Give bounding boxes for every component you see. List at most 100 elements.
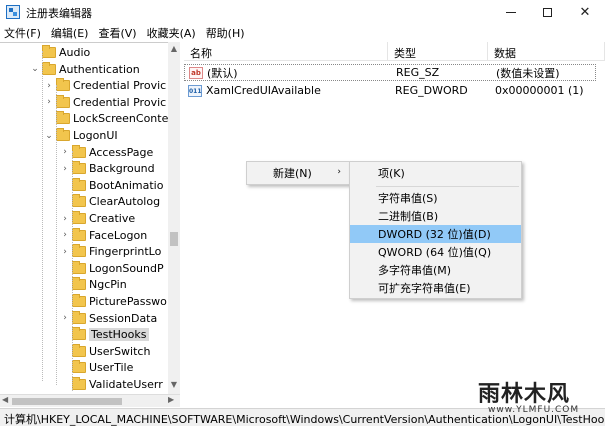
tree-item[interactable]: BootAnimatio: [60, 177, 163, 194]
tree-item-label: ValidateUserr: [89, 378, 163, 391]
tree-item-label: SessionData: [89, 311, 158, 325]
folder-icon: [72, 360, 86, 374]
title-bar: 注册表编辑器 ✕: [0, 0, 605, 24]
binary-value-icon: 011: [188, 84, 202, 97]
tree-item-label: FingerprintLo: [89, 245, 162, 259]
close-icon: ✕: [579, 4, 591, 20]
scroll-right-icon[interactable]: ▶: [168, 395, 174, 404]
expand-chevron-icon[interactable]: ›: [60, 164, 70, 174]
tree-item-label: Creative: [89, 212, 136, 225]
scroll-down-icon[interactable]: ▼: [170, 380, 178, 389]
tree-item[interactable]: ClearAutolog: [60, 193, 160, 210]
menu-item-expandable-string-value[interactable]: 可扩充字符串值(E): [350, 279, 521, 297]
tree-guide-line: [42, 51, 43, 381]
menu-edit[interactable]: 编辑(E): [51, 25, 89, 41]
menu-favorites[interactable]: 收藏夹(A): [147, 25, 196, 41]
expand-chevron-icon[interactable]: ›: [60, 230, 70, 240]
folder-icon: [72, 277, 86, 291]
tree-item[interactable]: › Credential Provic: [44, 94, 166, 111]
folder-icon: [72, 343, 86, 357]
folder-icon: [72, 244, 86, 258]
tree-item[interactable]: LockScreenConte: [44, 110, 168, 127]
tree-item-label: FaceLogon: [89, 228, 148, 242]
menu-view[interactable]: 查看(V): [98, 25, 136, 41]
tree-item[interactable]: NgcPin: [60, 276, 127, 293]
tree-item-label: ClearAutolog: [89, 195, 161, 209]
scroll-thumb[interactable]: [170, 232, 178, 246]
value-type: REG_DWORD: [395, 84, 468, 97]
folder-icon: [72, 177, 86, 191]
watermark-url: www.YLMFU.COM: [488, 405, 580, 415]
new-submenu: 项(K) 字符串值(S) 二进制值(B) DWORD (32 位)值(D) QW…: [349, 161, 522, 299]
tree-item[interactable]: ValidateUserr: [60, 376, 163, 393]
tree-item[interactable]: LogonSoundP: [60, 260, 164, 277]
expand-chevron-icon[interactable]: ›: [44, 97, 54, 107]
menu-item-key[interactable]: 项(K): [350, 164, 521, 182]
watermark-text: 雨林木风: [478, 382, 571, 407]
column-header-data[interactable]: 数据: [488, 42, 605, 61]
tree-item[interactable]: › FaceLogon: [60, 227, 147, 244]
tree-item[interactable]: PicturePasswo: [60, 293, 167, 310]
menu-item-new[interactable]: 新建(N) ›: [247, 164, 349, 182]
tree-item[interactable]: UserSwitch: [60, 343, 150, 360]
menu-bar: 文件(F) 编辑(E) 查看(V) 收藏夹(A) 帮助(H): [0, 24, 605, 42]
tree-item-label: BootAnimatio: [89, 178, 164, 192]
tree-guide-line: [72, 151, 73, 391]
expand-chevron-icon[interactable]: ›: [44, 81, 54, 91]
folder-icon: [56, 111, 70, 125]
tree-item[interactable]: › SessionData: [60, 310, 157, 327]
folder-icon: [72, 260, 86, 274]
expand-chevron-icon[interactable]: ›: [60, 313, 70, 323]
menu-item-string-value[interactable]: 字符串值(S): [350, 189, 521, 207]
tree-item[interactable]: TestHooks: [60, 326, 149, 343]
menu-help[interactable]: 帮助(H): [206, 25, 245, 41]
value-name: XamlCredUIAvailable: [206, 84, 321, 97]
minimize-icon: [506, 11, 516, 13]
folder-icon: [72, 327, 86, 341]
tree-item-label: Audio: [59, 46, 91, 59]
tree-item[interactable]: › Background: [60, 160, 155, 177]
folder-icon: [72, 161, 86, 175]
tree-item[interactable]: › AccessPage: [60, 144, 153, 161]
tree-item[interactable]: Audio: [30, 44, 90, 61]
tree-item-label: TestHooks: [89, 328, 149, 342]
window-title: 注册表编辑器: [26, 7, 92, 20]
column-header-name[interactable]: 名称: [184, 42, 388, 61]
tree-item-label: UserSwitch: [89, 344, 151, 358]
menu-item-new-label: 新建(N): [273, 167, 312, 180]
collapse-chevron-icon[interactable]: ⌄: [44, 131, 54, 141]
column-header-type[interactable]: 类型: [388, 42, 488, 61]
tree-item[interactable]: › Credential Provic: [44, 77, 166, 94]
value-row[interactable]: 011 XamlCredUIAvailable REG_DWORD 0x0000…: [184, 82, 596, 99]
maximize-button[interactable]: [528, 0, 566, 24]
expand-chevron-icon[interactable]: ›: [60, 147, 70, 157]
registry-tree[interactable]: Audio ⌄ Authentication › Credential Provic › C…: [0, 42, 180, 394]
tree-vertical-scrollbar[interactable]: ▲ ▼: [168, 42, 180, 394]
menu-item-dword-value[interactable]: DWORD (32 位)值(D): [350, 225, 521, 243]
collapse-chevron-icon[interactable]: ⌄: [30, 64, 40, 74]
watermark-logo: 雨林木风 www.YLMFU.COM: [478, 376, 602, 420]
menu-file[interactable]: 文件(F): [4, 25, 41, 41]
tree-item-label: Credential Provic: [73, 95, 167, 109]
value-row[interactable]: ab (默认) REG_SZ (数值未设置): [184, 64, 596, 81]
registry-editor-icon: [6, 5, 20, 19]
value-type: REG_SZ: [396, 66, 440, 79]
menu-item-qword-value[interactable]: QWORD (64 位)值(Q): [350, 243, 521, 261]
menu-item-multi-string-value[interactable]: 多字符串值(M): [350, 261, 521, 279]
scroll-thumb-horizontal[interactable]: [12, 398, 122, 405]
scroll-left-icon[interactable]: ◀: [2, 395, 8, 404]
menu-item-binary-value[interactable]: 二进制值(B): [350, 207, 521, 225]
tree-item-label: LogonSoundP: [89, 261, 164, 275]
expand-chevron-icon[interactable]: ›: [60, 214, 70, 224]
tree-horizontal-scrollbar[interactable]: ◀ ▶: [0, 394, 180, 407]
tree-item[interactable]: UserTile: [60, 359, 133, 376]
tree-item[interactable]: › FingerprintLo: [60, 243, 161, 260]
scroll-up-icon[interactable]: ▲: [170, 44, 178, 53]
folder-icon: [72, 194, 86, 208]
minimize-button[interactable]: [492, 0, 530, 24]
tree-item[interactable]: ⌄ Authentication: [30, 61, 140, 78]
close-button[interactable]: ✕: [566, 0, 604, 24]
tree-item-label: PicturePasswo: [89, 295, 167, 308]
context-menu: 新建(N) ›: [246, 161, 350, 185]
expand-chevron-icon[interactable]: ›: [60, 247, 70, 257]
